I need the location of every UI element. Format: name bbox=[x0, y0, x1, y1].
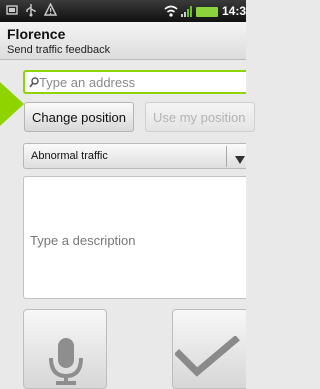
dropdown-divider bbox=[226, 146, 227, 167]
page-title: Florence bbox=[7, 26, 66, 42]
change-position-label: Change position bbox=[32, 109, 126, 125]
wifi-icon bbox=[164, 4, 178, 18]
checkmark-icon bbox=[175, 336, 240, 377]
page-subtitle: Send traffic feedback bbox=[7, 44, 111, 56]
traffic-type-select[interactable]: Abnormal traffic bbox=[23, 143, 246, 169]
change-position-button[interactable]: Change position bbox=[24, 102, 134, 132]
voice-input-button[interactable] bbox=[23, 309, 107, 389]
usb-icon bbox=[25, 3, 37, 17]
use-my-position-label: Use my position bbox=[153, 109, 246, 125]
warning-icon bbox=[43, 2, 58, 17]
clock: 14:3 bbox=[221, 4, 246, 18]
address-input[interactable] bbox=[39, 73, 239, 91]
confirm-button[interactable] bbox=[172, 309, 246, 389]
battery-icon bbox=[195, 7, 218, 17]
chevron-down-icon bbox=[234, 152, 246, 164]
use-my-position-button[interactable]: Use my position bbox=[145, 102, 255, 132]
address-field[interactable] bbox=[23, 70, 246, 94]
title-bar: Florence Send traffic feedback bbox=[0, 22, 246, 60]
search-icon bbox=[29, 76, 39, 88]
status-bar: 14:3 bbox=[0, 0, 246, 22]
description-input[interactable] bbox=[24, 177, 246, 298]
microphone-icon bbox=[49, 338, 83, 385]
traffic-type-value: Abnormal traffic bbox=[31, 150, 108, 162]
arrow-pointer-icon bbox=[0, 82, 24, 126]
signal-icon bbox=[180, 4, 192, 18]
description-field[interactable] bbox=[23, 176, 246, 299]
notification-icon bbox=[6, 3, 18, 17]
